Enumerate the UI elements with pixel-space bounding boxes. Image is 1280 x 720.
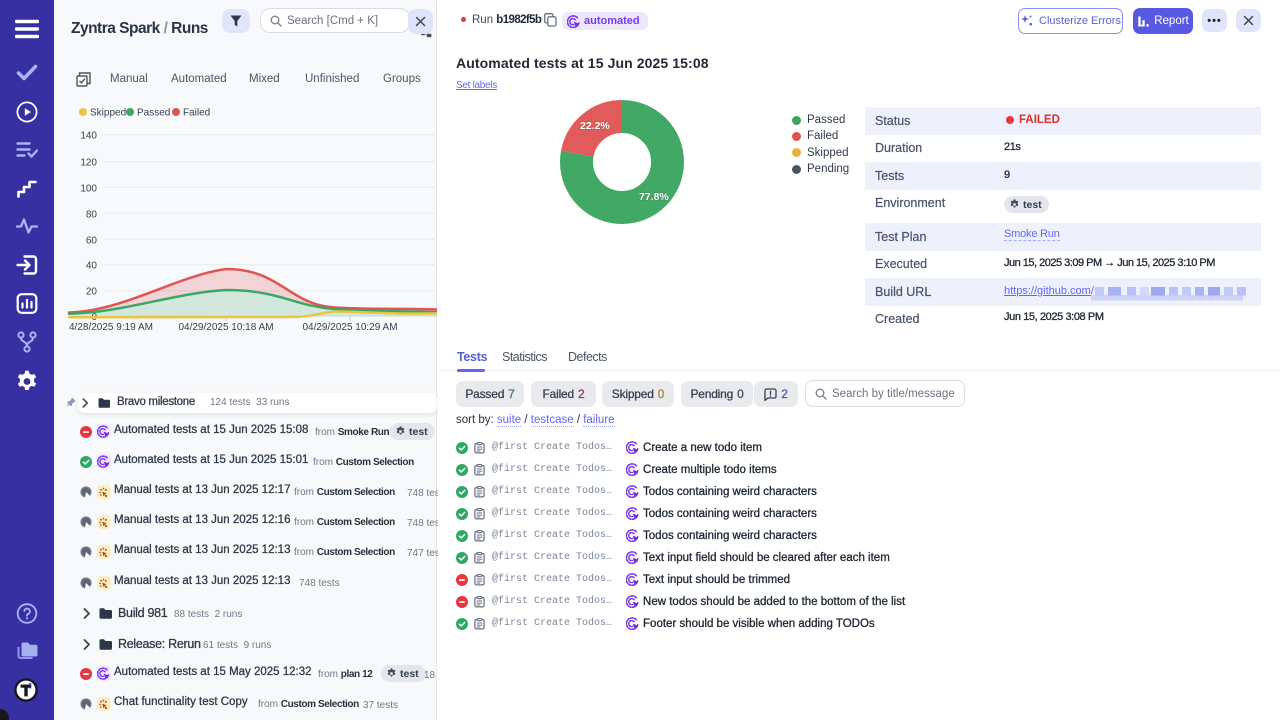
svg-text:140: 140 [80,131,97,142]
svg-text:60: 60 [86,235,98,246]
svg-text:Failed: Failed [183,108,210,119]
svg-text:20: 20 [86,287,98,298]
svg-text:40: 40 [86,261,98,272]
svg-text:120: 120 [80,158,97,169]
svg-text:Skipped: Skipped [90,108,126,119]
svg-text:04/29/2025 10:18 AM: 04/29/2025 10:18 AM [178,322,273,333]
svg-text:77.8%: 77.8% [639,191,669,203]
svg-text:80: 80 [86,209,98,220]
svg-text:100: 100 [80,183,97,194]
svg-text:Passed: Passed [137,108,170,119]
svg-text:4/28/2025 9:19 AM: 4/28/2025 9:19 AM [69,322,153,333]
svg-text:04/29/2025 10:29 AM: 04/29/2025 10:29 AM [302,322,397,333]
svg-text:22.2%: 22.2% [580,120,610,132]
